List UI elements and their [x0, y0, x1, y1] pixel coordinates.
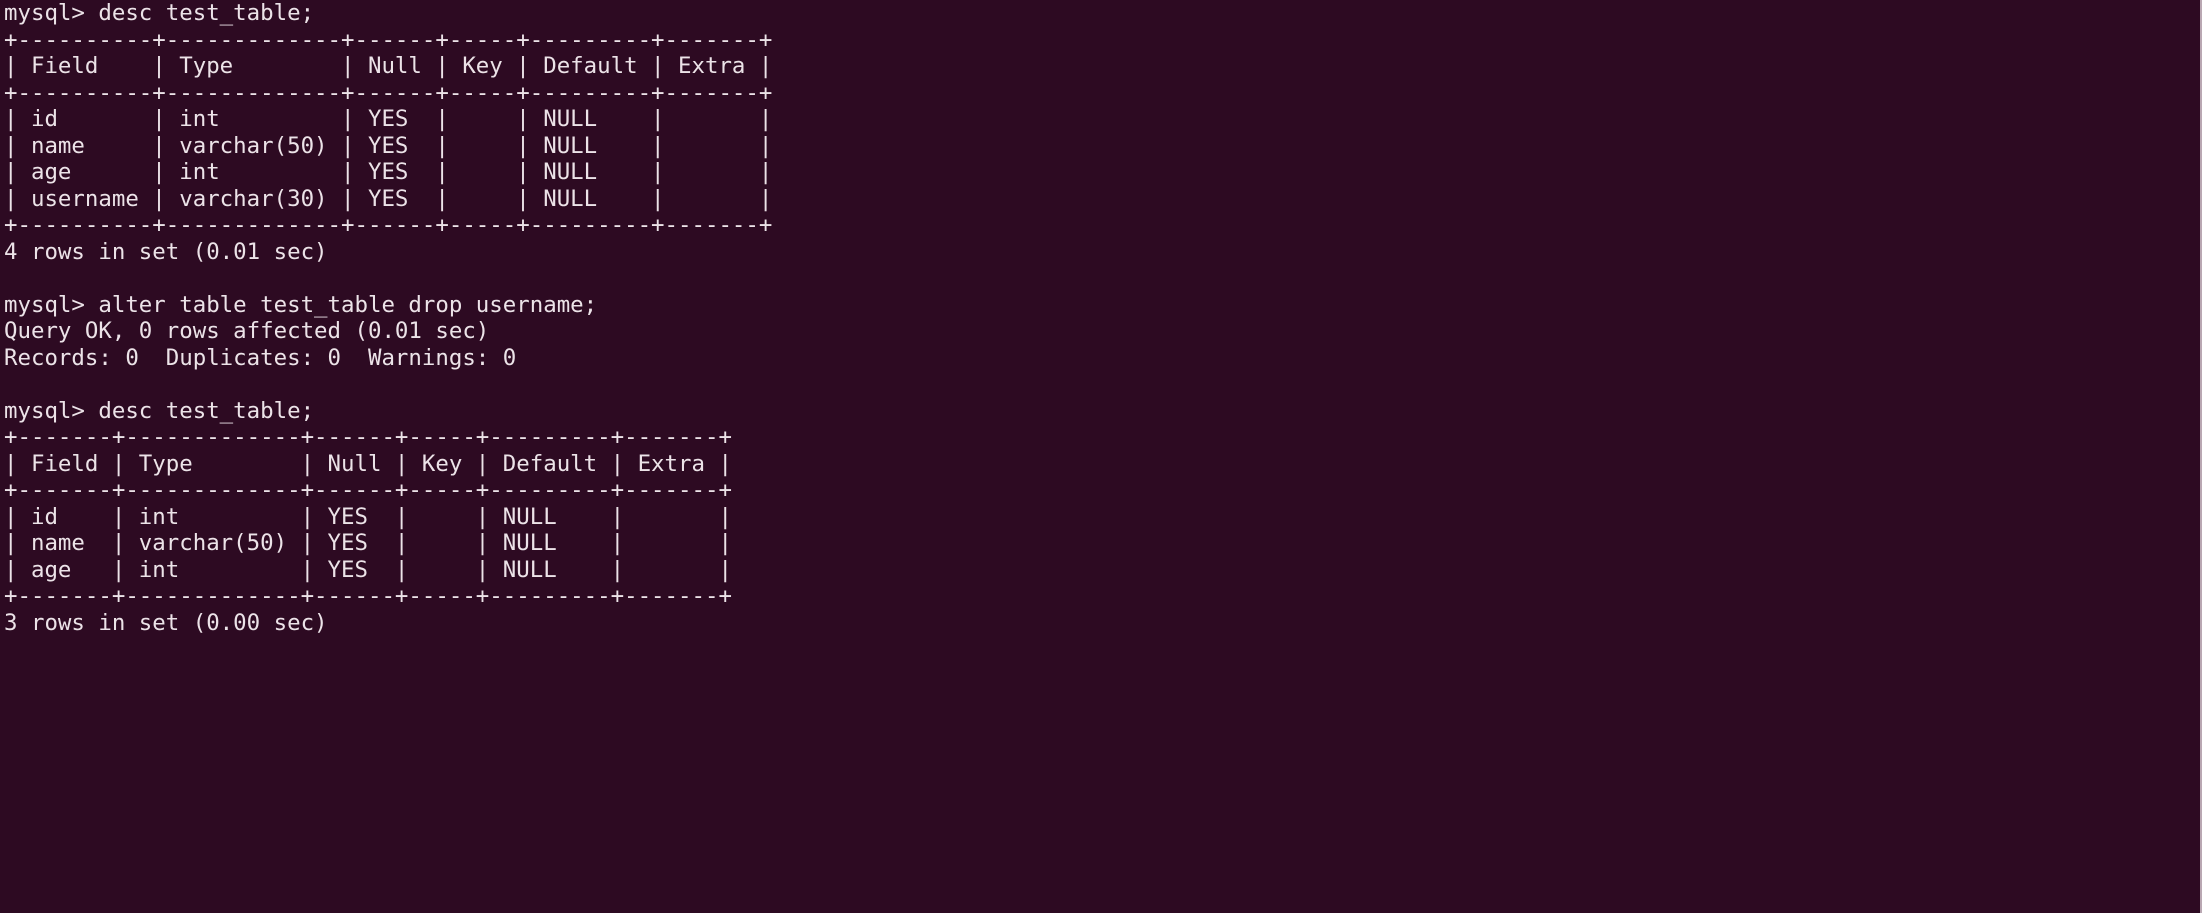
terminal-line: | id | int | YES | | NULL | |	[4, 503, 732, 530]
terminal-line: | name | varchar(50) | YES | | NULL | |	[4, 530, 732, 556]
terminal-line: | username | varchar(30) | YES | | NULL …	[4, 185, 773, 212]
terminal-line: +-------+-------------+------+-----+----…	[4, 424, 732, 450]
terminal-line: 3 rows in set (0.00 sec)	[4, 609, 328, 636]
terminal-line: mysql> alter table test_table drop usern…	[4, 291, 598, 318]
terminal-line: | age | int | YES | | NULL | |	[4, 159, 773, 185]
terminal-window[interactable]: mysql> desc test_table; +----------+-----…	[0, 0, 2202, 913]
terminal-line: | Field | Type | Null | Key | Default | …	[4, 450, 732, 477]
terminal-screen-output[interactable]: mysql> desc test_table; +----------+-----…	[4, 0, 2200, 636]
terminal-line: mysql> desc test_table;	[4, 397, 315, 424]
terminal-line: Records: 0 Duplicates: 0 Warnings: 0	[4, 344, 517, 371]
terminal-line: +-------+-------------+------+-----+----…	[4, 477, 732, 503]
terminal-line: +----------+-------------+------+-----+-…	[4, 26, 773, 53]
terminal-line: +----------+-------------+------+-----+-…	[4, 212, 773, 238]
terminal-line: mysql> desc test_table;	[4, 0, 315, 26]
terminal-line: | name | varchar(50) | YES | | NULL | |	[4, 132, 773, 159]
terminal-line: | id | int | YES | | NULL | |	[4, 106, 773, 132]
terminal-line: | Field | Type | Null | Key | Default | …	[4, 53, 773, 79]
terminal-line: +-------+-------------+------+-----+----…	[4, 583, 732, 609]
terminal-line: 4 rows in set (0.01 sec)	[4, 238, 328, 265]
terminal-line: Query OK, 0 rows affected (0.01 sec)	[4, 318, 490, 344]
terminal-line: | age | int | YES | | NULL | |	[4, 556, 732, 583]
terminal-line: +----------+-------------+------+-----+-…	[4, 79, 773, 106]
